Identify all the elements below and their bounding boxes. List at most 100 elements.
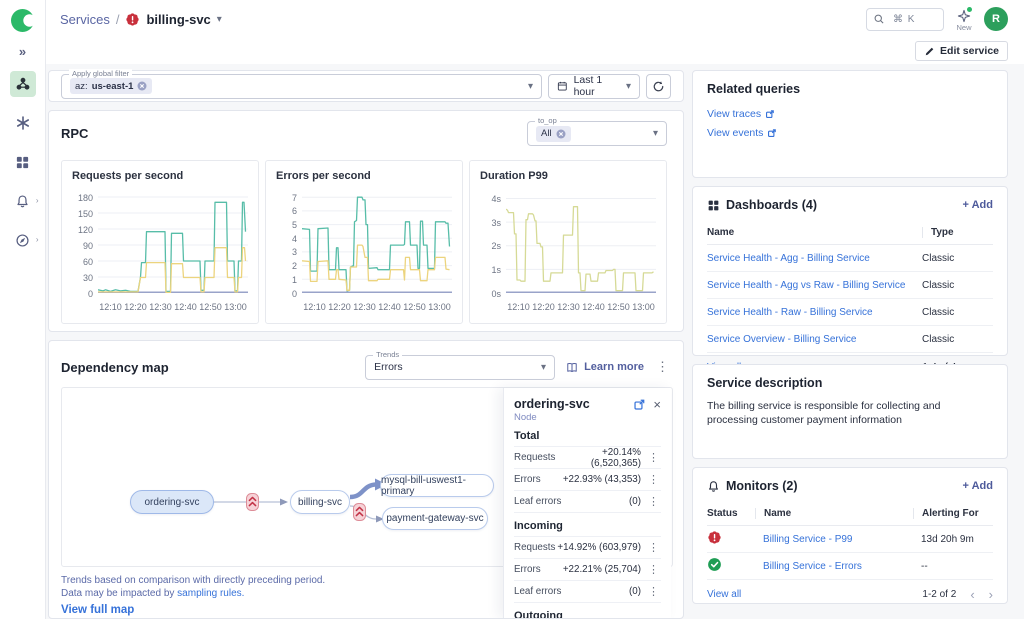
dashboard-link[interactable]: Service Overview - Billing Service	[707, 334, 922, 345]
chevron-down-icon: ▾	[626, 81, 631, 92]
pencil-icon	[924, 46, 935, 57]
notification-dot	[967, 7, 972, 12]
global-filter-combobox[interactable]: Apply global filter az:us-east-1 ▾	[61, 74, 542, 99]
page-prev-icon[interactable]: ‹	[970, 590, 974, 600]
kebab-menu-icon[interactable]: ⋮	[646, 585, 661, 598]
sidebar-item-dashboards[interactable]	[10, 149, 36, 175]
panel-row: Requests+20.14% (6,520,365)⋮	[514, 447, 661, 469]
sampling-rules-link[interactable]: sampling rules.	[177, 588, 244, 599]
chevron-right-icon: ›	[36, 196, 39, 205]
dashboards-title: Dashboards (4)	[726, 198, 817, 212]
dashboard-link[interactable]: Service Health - Agg - Billing Service	[707, 253, 922, 264]
monitors-card: Monitors (2) + Add Status Name Alerting …	[692, 467, 1008, 604]
edit-service-button[interactable]: Edit service	[915, 41, 1008, 61]
bell-icon	[15, 194, 30, 209]
to-op-chip[interactable]: All	[536, 126, 571, 142]
map-node-ordering-svc[interactable]: ordering-svc	[130, 490, 214, 514]
chevron-down-icon[interactable]: ▾	[217, 14, 222, 25]
trends-value: Errors	[374, 361, 403, 373]
kebab-menu-icon[interactable]: ⋮	[646, 541, 661, 554]
sidebar-item-traces[interactable]	[10, 110, 36, 136]
brand-logo-icon[interactable]	[11, 9, 34, 32]
dependency-map-title: Dependency map	[61, 360, 169, 375]
global-filter-label: Apply global filter	[69, 69, 132, 78]
compass-icon	[15, 233, 30, 248]
chart-errors-per-second: Errors per second 0123456712:1012:2012:3…	[265, 160, 463, 324]
chevron-down-icon: ▾	[653, 128, 658, 139]
kebab-menu-icon[interactable]: ⋮	[646, 451, 661, 464]
kebab-menu-icon[interactable]: ⋮	[646, 473, 661, 486]
kebab-menu-icon[interactable]: ⋮	[646, 495, 661, 508]
search-input[interactable]: ⌘ K	[866, 8, 944, 31]
related-queries-title: Related queries	[707, 82, 800, 96]
table-row: Billing Service - Errors --	[707, 553, 993, 580]
whats-new-label: New	[956, 23, 971, 32]
top-header: Services / billing-svc ▾ ⌘ K	[46, 0, 1024, 38]
breadcrumb-services-link[interactable]: Services	[60, 12, 110, 27]
breadcrumb-service-name[interactable]: billing-svc	[146, 12, 210, 27]
add-monitor-button[interactable]: + Add	[963, 480, 993, 492]
map-node-mysql-bill-uswest1-primary[interactable]: mysql-bill-uswest1-primary	[380, 474, 494, 497]
alert-status-icon	[707, 530, 722, 545]
view-all-link[interactable]: View all	[707, 589, 741, 600]
table-row: Service Health - Agg - Billing ServiceCl…	[707, 245, 993, 272]
dashboard-link[interactable]: Service Health - Raw - Billing Service	[707, 307, 922, 318]
calendar-icon	[557, 80, 568, 92]
sidebar-expand-icon[interactable]: »	[19, 45, 26, 58]
node-panel-subtitle: Node	[514, 412, 661, 423]
node-panel-title: ordering-svc	[514, 397, 626, 411]
monitor-link[interactable]: Billing Service - P99	[755, 534, 913, 545]
page-next-icon[interactable]: ›	[989, 590, 993, 600]
monitors-table-footer: View all 1-2 of 2 ‹›	[707, 580, 993, 600]
sidebar: » › ›	[0, 0, 46, 619]
chart-title: Duration P99	[480, 170, 656, 182]
panel-section-title: Outgoing	[514, 603, 661, 618]
kebab-menu-icon[interactable]: ⋮	[646, 563, 661, 576]
book-icon	[565, 361, 579, 374]
trends-select[interactable]: Trends Errors ▾	[365, 355, 555, 380]
chart-requests-per-second: Requests per second 030609012015018012:1…	[61, 160, 259, 324]
learn-more-button[interactable]: Learn more	[565, 361, 644, 374]
view-traces-link[interactable]: View traces	[707, 108, 993, 120]
map-node-billing-svc[interactable]: billing-svc	[290, 490, 350, 514]
sidebar-item-alerts[interactable]: ›	[10, 188, 36, 214]
refresh-icon	[652, 80, 665, 93]
panel-row: Errors+22.21% (25,704)⋮	[514, 559, 661, 581]
filter-chip-az[interactable]: az:us-east-1	[70, 78, 152, 94]
related-queries-card: Related queries View traces View events	[692, 70, 1008, 178]
service-error-badge-icon	[125, 12, 140, 27]
dashboards-table-header: Name Type	[707, 220, 993, 245]
view-events-link[interactable]: View events	[707, 127, 993, 139]
avatar[interactable]: R	[984, 7, 1008, 31]
rpc-section: RPC to_op All ▾ Requests p	[48, 110, 684, 332]
time-range-select[interactable]: Last 1 hour ▾	[548, 74, 640, 99]
time-range-value: Last 1 hour	[574, 74, 620, 98]
dashboard-grid-icon	[707, 199, 720, 212]
map-node-payment-gateway-svc[interactable]: payment-gateway-svc	[382, 507, 488, 530]
kebab-menu-icon[interactable]: ⋮	[654, 359, 671, 375]
asterisk-icon	[15, 115, 31, 131]
filter-chip-value: us-east-1	[92, 81, 134, 92]
panel-row: Requests+14.92% (603,979)⋮	[514, 537, 661, 559]
monitor-link[interactable]: Billing Service - Errors	[755, 561, 913, 572]
dashboard-link[interactable]: Service Health - Agg vs Raw - Billing Se…	[707, 280, 922, 291]
panel-row: Leaf errors(0)⋮	[514, 581, 661, 603]
chart-duration-p99: Duration P99 0s1s2s3s4s12:1012:2012:3012…	[469, 160, 667, 324]
refresh-button[interactable]	[646, 74, 671, 99]
table-row: Service Health - Raw - Billing ServiceCl…	[707, 299, 993, 326]
remove-filter-icon[interactable]	[556, 129, 566, 139]
search-icon	[873, 13, 885, 25]
remove-filter-icon[interactable]	[137, 81, 147, 91]
close-icon[interactable]: ×	[653, 398, 661, 411]
sidebar-item-explore[interactable]: ›	[10, 227, 36, 253]
sidebar-item-services[interactable]	[10, 71, 36, 97]
panel-row: Errors+22.93% (43,353)⋮	[514, 469, 661, 491]
services-topology-icon	[15, 76, 31, 92]
to-op-select[interactable]: to_op All ▾	[527, 121, 667, 146]
table-row: Service Overview - Billing ServiceClassi…	[707, 326, 993, 353]
open-in-new-icon[interactable]	[633, 398, 646, 411]
whats-new-button[interactable]: New	[956, 9, 972, 32]
dependency-map-section: Dependency map Trends Errors ▾ Learn mor…	[48, 340, 684, 619]
add-dashboard-button[interactable]: + Add	[963, 199, 993, 211]
dashboard-grid-icon	[15, 155, 30, 170]
